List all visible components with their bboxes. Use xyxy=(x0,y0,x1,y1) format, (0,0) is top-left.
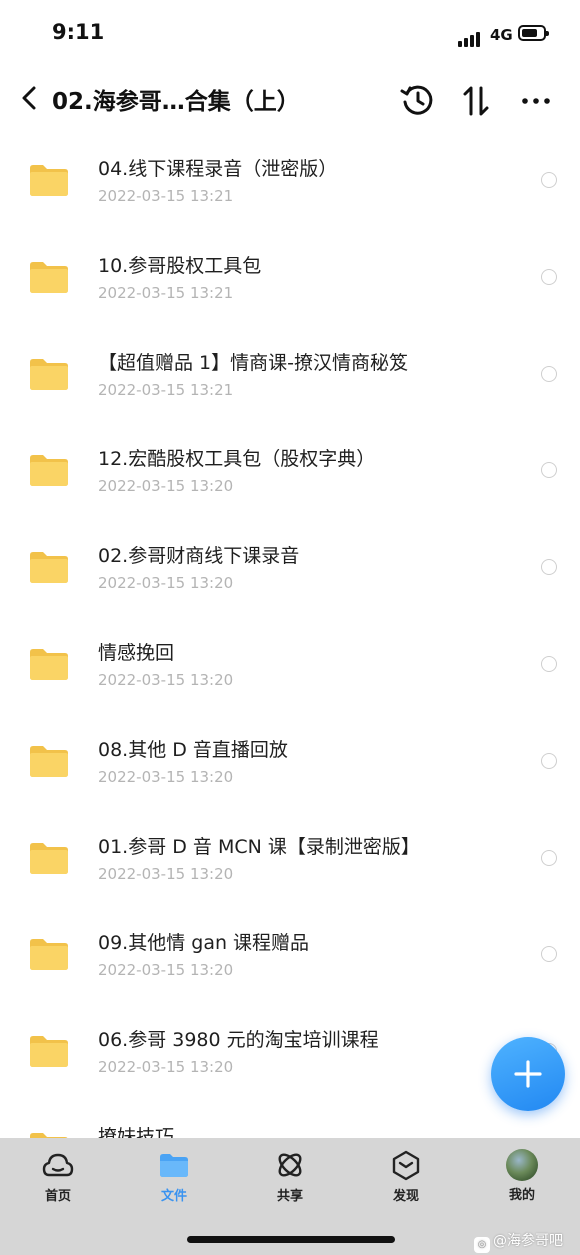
list-item[interactable]: 12.宏酷股权工具包（股权字典） 2022-03-15 13:20 xyxy=(0,410,580,507)
folder-icon xyxy=(30,358,68,390)
list-item[interactable]: 撩妹技巧 xyxy=(0,1088,580,1138)
file-list: 04.线下课程录音（泄密版） 2022-03-15 13:21 10.参哥股权工… xyxy=(0,120,580,1138)
tab-mine[interactable]: 我的 xyxy=(464,1148,580,1208)
tab-files[interactable]: 文件 xyxy=(116,1148,232,1208)
file-name: 06.参哥 3980 元的淘宝培训课程 xyxy=(98,1029,379,1052)
folder-icon xyxy=(30,455,68,487)
history-button[interactable] xyxy=(398,80,438,120)
file-date: 2022-03-15 13:20 xyxy=(98,1058,234,1077)
tab-discover[interactable]: 发现 xyxy=(348,1148,464,1208)
folder-icon xyxy=(30,842,68,874)
add-button[interactable] xyxy=(491,1037,565,1111)
file-date: 2022-03-15 13:20 xyxy=(98,961,234,980)
tab-label: 发现 xyxy=(392,1189,419,1204)
file-date: 2022-03-15 13:20 xyxy=(98,670,234,689)
select-radio[interactable] xyxy=(541,752,557,769)
folder-icon xyxy=(160,1154,188,1177)
history-icon xyxy=(400,85,433,115)
folder-icon xyxy=(30,165,68,196)
share-orbit-icon xyxy=(278,1153,302,1177)
file-date: 2022-03-15 13:20 xyxy=(98,574,234,593)
file-date: 2022-03-15 13:20 xyxy=(98,864,234,883)
signal-icon xyxy=(458,28,482,47)
page-title: 02.海参哥…合集（上） xyxy=(52,89,300,115)
list-item[interactable]: 08.其他 D 音直播回放 2022-03-15 13:20 xyxy=(0,701,580,798)
file-name: 08.其他 D 音直播回放 xyxy=(98,738,288,761)
folder-icon xyxy=(30,1036,68,1068)
file-name: 02.参哥财商线下课录音 xyxy=(98,545,300,568)
tab-label: 文件 xyxy=(160,1189,187,1204)
list-item[interactable]: 01.参哥 D 音 MCN 课【录制泄密版】 2022-03-15 13:20 xyxy=(0,798,580,895)
select-radio[interactable] xyxy=(541,462,557,479)
watermark-text: @海参哥吧 xyxy=(493,1233,563,1249)
folder-icon xyxy=(30,648,68,680)
list-item[interactable]: 情感挽回 2022-03-15 13:20 xyxy=(0,604,580,701)
avatar xyxy=(506,1149,538,1181)
file-name: 10.参哥股权工具包 xyxy=(98,254,262,277)
watermark: ◎ @海参哥吧 xyxy=(474,1230,563,1253)
file-name: 撩妹技巧 xyxy=(98,1125,175,1138)
back-button[interactable] xyxy=(16,78,46,118)
list-item[interactable]: 02.参哥财商线下课录音 2022-03-15 13:20 xyxy=(0,507,580,604)
discover-cube-icon xyxy=(392,1150,420,1181)
folder-icon xyxy=(30,261,68,293)
chevron-left-icon xyxy=(22,86,36,110)
sort-icon xyxy=(463,86,489,116)
select-radio[interactable] xyxy=(541,849,557,866)
tab-label: 我的 xyxy=(508,1188,535,1203)
file-name: 情感挽回 xyxy=(98,641,175,664)
file-date: 2022-03-15 13:20 xyxy=(98,767,234,786)
list-item[interactable]: 04.线下课程录音（泄密版） 2022-03-15 13:21 xyxy=(0,120,580,217)
status-bar: 9:11 4G xyxy=(0,0,580,70)
status-time: 9:11 xyxy=(52,20,105,44)
file-name: 【超值赠品 1】情商课-撩汉情商秘笈 xyxy=(98,351,408,374)
tab-label: 首页 xyxy=(44,1189,71,1204)
select-radio[interactable] xyxy=(541,172,557,188)
file-date: 2022-03-15 13:21 xyxy=(98,187,234,205)
list-item[interactable]: 【超值赠品 1】情商课-撩汉情商秘笈 2022-03-15 13:21 xyxy=(0,314,580,411)
file-name: 12.宏酷股权工具包（股权字典） xyxy=(98,448,376,471)
list-item[interactable]: 10.参哥股权工具包 2022-03-15 13:21 xyxy=(0,217,580,314)
file-name: 04.线下课程录音（泄密版） xyxy=(98,158,338,180)
folder-icon xyxy=(30,1132,68,1138)
select-radio[interactable] xyxy=(541,365,557,382)
select-radio[interactable] xyxy=(541,655,557,672)
tab-home[interactable]: 首页 xyxy=(0,1148,116,1208)
select-radio[interactable] xyxy=(541,559,557,576)
battery-icon xyxy=(518,25,549,41)
select-radio[interactable] xyxy=(541,268,557,285)
tab-label: 共享 xyxy=(276,1189,303,1204)
folder-icon xyxy=(30,745,68,777)
select-radio[interactable] xyxy=(541,946,557,963)
network-label: 4G xyxy=(490,26,513,44)
weibo-icon: ◎ xyxy=(474,1237,490,1253)
home-indicator[interactable] xyxy=(187,1236,395,1243)
file-name: 09.其他情 gan 课程赠品 xyxy=(98,932,310,955)
more-button[interactable] xyxy=(516,80,556,120)
file-name: 01.参哥 D 音 MCN 课【录制泄密版】 xyxy=(98,835,420,858)
home-cloud-icon xyxy=(42,1153,74,1177)
file-date: 2022-03-15 13:21 xyxy=(98,283,234,302)
sort-button[interactable] xyxy=(456,80,496,120)
plus-icon xyxy=(514,1060,542,1088)
list-item[interactable]: 09.其他情 gan 课程赠品 2022-03-15 13:20 xyxy=(0,894,580,991)
more-icon xyxy=(522,98,550,104)
folder-icon xyxy=(30,552,68,584)
file-date: 2022-03-15 13:21 xyxy=(98,380,234,399)
file-date: 2022-03-15 13:20 xyxy=(98,477,234,496)
folder-icon xyxy=(30,939,68,971)
tab-share[interactable]: 共享 xyxy=(232,1148,348,1208)
